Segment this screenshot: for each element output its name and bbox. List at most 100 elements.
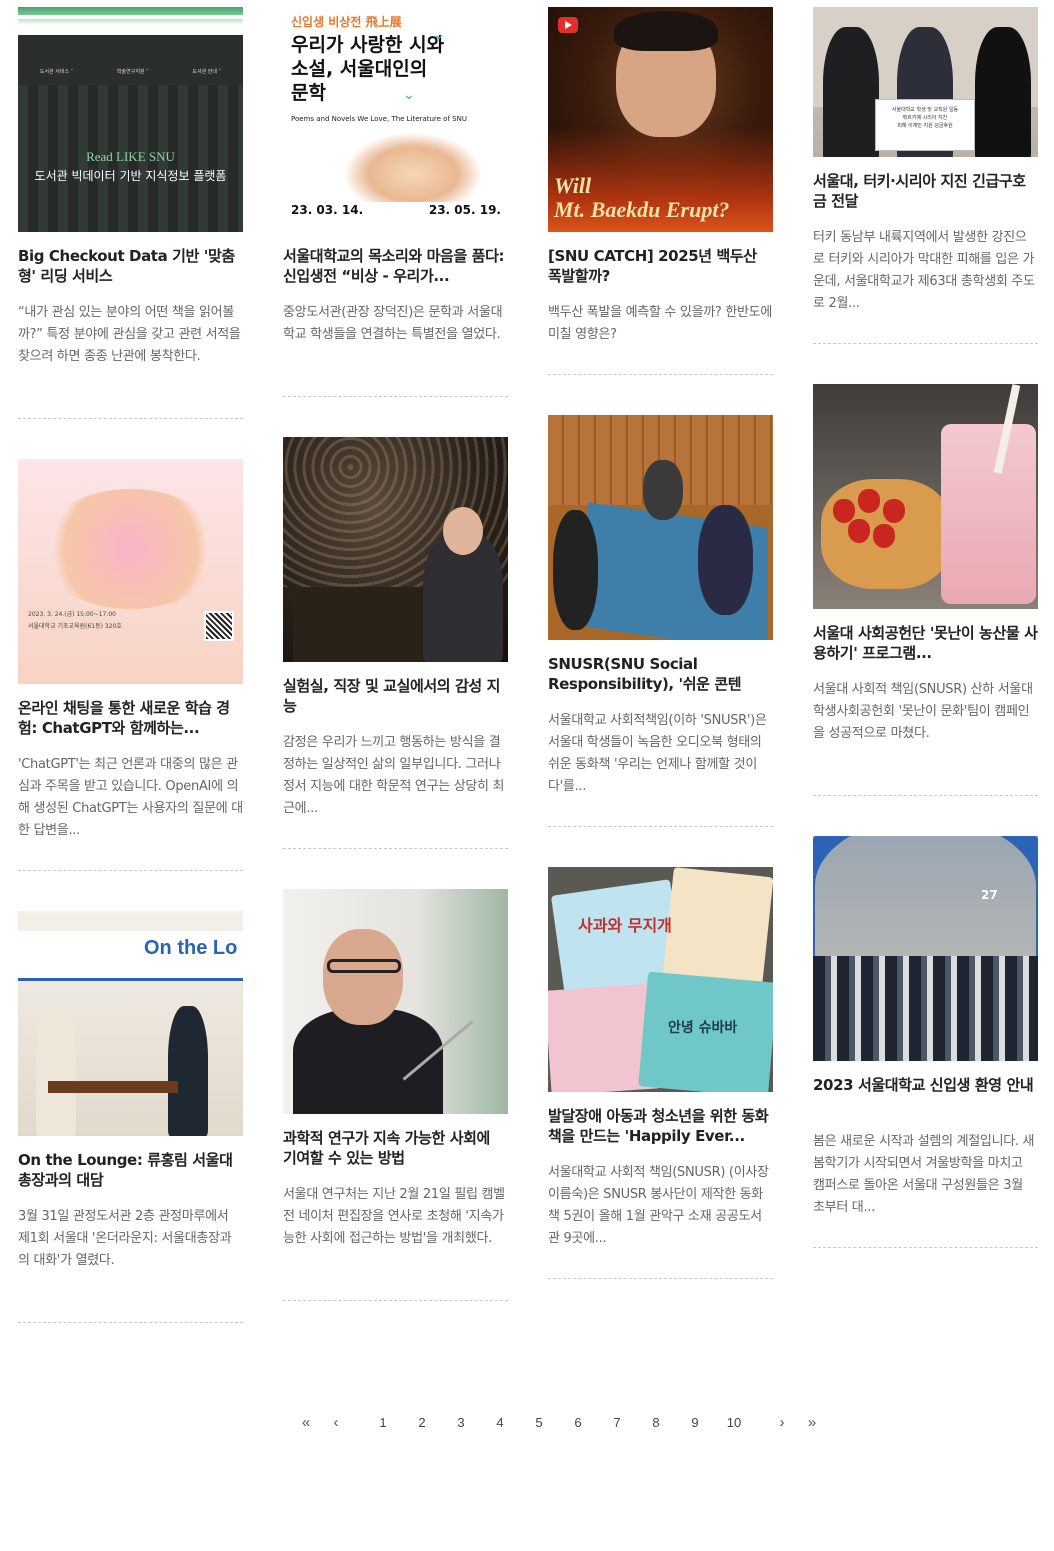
article-card: 신입생 비상전 飛上展 우리가 사랑한 시와 소설, 서울대인의 문학 Poem… xyxy=(283,7,508,346)
video-title-line2: Mt. Baekdu Erupt? xyxy=(554,197,730,222)
article-summary: 서울대 사회적 책임(SNUSR) 산하 서울대 학생사회공헌회 '못난이 문화… xyxy=(813,682,1033,741)
article-summary: 백두산 폭발을 예측할 수 있을까? 한반도에 미칠 영향은? xyxy=(548,305,772,342)
thumb-nav: 도서관 서비스 ˅ 학술연구지원 ˅ 도서관 안내 ˅ xyxy=(18,65,243,77)
poster-english: Poems and Novels We Love, The Literature… xyxy=(291,115,467,123)
article-title[interactable]: 서울대 사회공헌단 '못난이 농산물 사용하기' 프로그램... xyxy=(813,623,1038,663)
article-card: 실험실, 직장 및 교실에서의 감성 지능 감정은 우리가 느끼고 행동하는 방… xyxy=(283,437,508,820)
page-button[interactable]: 7 xyxy=(605,1410,629,1436)
article-thumbnail[interactable] xyxy=(813,384,1038,609)
video-title-line1: Will xyxy=(554,173,592,198)
green-bar xyxy=(18,7,243,15)
child-figure xyxy=(643,460,683,520)
article-title[interactable]: [SNU CATCH] 2025년 백두산 폭발할까? xyxy=(548,246,773,286)
table-image xyxy=(48,1081,178,1093)
presenter-hair xyxy=(614,11,718,51)
card-divider xyxy=(283,848,508,849)
page-button[interactable]: 6 xyxy=(566,1410,590,1436)
article-summary: 3월 31일 관정도서관 2층 관정마루에서 제1회 서울대 '온더라운지: 서… xyxy=(18,1209,232,1268)
card-divider xyxy=(18,1322,243,1323)
article-title[interactable]: 서울대, 터키·시리아 지진 긴급구호금 전달 xyxy=(813,171,1038,211)
thumb-subheadline: 도서관 빅데이터 기반 지식정보 플랫폼 xyxy=(34,169,227,183)
page-button[interactable]: 4 xyxy=(488,1410,512,1436)
strawberry-image xyxy=(858,489,880,513)
page-button[interactable]: 1 xyxy=(371,1410,395,1436)
thumb-nav-item: 학술연구지원 ˅ xyxy=(116,68,149,75)
article-title[interactable]: SNUSR(SNU Social Responsibility), '쉬운 콘텐… xyxy=(548,654,773,694)
person-figure xyxy=(975,27,1031,157)
speaker-head xyxy=(323,929,403,1025)
article-title[interactable]: 과학적 연구가 지속 가능한 사회에 기여할 수 있는 방법 xyxy=(283,1128,508,1168)
last-page-button[interactable]: » xyxy=(800,1410,824,1436)
book-cover xyxy=(662,867,773,987)
poster-kicker: 신입생 비상전 飛上展 xyxy=(291,15,402,29)
article-title[interactable]: 서울대학교의 목소리와 마음을 품다: 신입생전 “비상 - 우리가... xyxy=(283,246,508,286)
thumb-nav-item: 도서관 안내 ˅ xyxy=(192,68,222,75)
prev-page-button[interactable]: ‹ xyxy=(324,1410,348,1436)
article-thumbnail[interactable]: 신입생 비상전 飛上展 우리가 사랑한 시와 소설, 서울대인의 문학 Poem… xyxy=(283,7,508,232)
bird-icon: ⌄ xyxy=(403,87,415,103)
page-button[interactable]: 3 xyxy=(449,1410,473,1436)
next-page-button[interactable]: › xyxy=(770,1410,794,1436)
article-title[interactable]: 발달장애 아동과 청소년을 위한 동화책을 만드는 'Happily Ever.… xyxy=(548,1106,773,1146)
sign-line: 튀르키예·시리아 지진 xyxy=(902,115,948,121)
article-summary: 중앙도서관(관장 장덕진)은 문학과 서울대학교 학생들을 연결하는 특별전을 … xyxy=(283,305,503,342)
play-icon[interactable] xyxy=(558,17,578,33)
card-divider xyxy=(283,396,508,397)
article-title[interactable]: On the Lounge: 류홍림 서울대 총장과의 대담 xyxy=(18,1150,243,1190)
poster-headline: 우리가 사랑한 시와 소설, 서울대인의 문학 xyxy=(291,34,445,104)
article-thumbnail[interactable]: 사과와 무지개 안녕 슈바바 xyxy=(548,867,773,1092)
gate-number: 27 xyxy=(981,888,998,902)
first-page-button[interactable]: « xyxy=(294,1410,318,1436)
article-thumbnail[interactable]: Will Mt. Baekdu Erupt? xyxy=(548,7,773,232)
banner-text: On the Lo xyxy=(144,937,238,959)
page-button[interactable]: 2 xyxy=(410,1410,434,1436)
book-title: 안녕 슈바바 xyxy=(668,1020,738,1036)
article-title[interactable]: 온라인 채팅을 통한 새로운 학습 경험: ChatGPT와 함께하는... xyxy=(18,698,243,738)
strawberry-image xyxy=(848,519,870,543)
card-divider xyxy=(548,374,773,375)
article-title[interactable]: 실험실, 직장 및 교실에서의 감성 지능 xyxy=(283,676,508,716)
card-divider xyxy=(813,343,1038,344)
green-gradient xyxy=(18,19,243,25)
sign-line: 피해 이재민 지원 성금후원 xyxy=(897,123,953,129)
article-title[interactable]: 2023 서울대학교 신입생 환영 안내 xyxy=(813,1075,1038,1115)
article-thumbnail[interactable]: On the Lo xyxy=(18,911,243,1136)
pagination: « ‹ 1 2 3 4 5 6 7 8 9 10 › » xyxy=(0,1410,1054,1436)
person-figure xyxy=(36,1006,76,1136)
article-thumbnail[interactable] xyxy=(283,437,508,662)
article-summary: 서울대학교 사회적책임(이하 'SNUSR')은 서울대 학생들이 녹음한 오디… xyxy=(548,713,767,794)
article-card: On the Lo On the Lounge: 류홍림 서울대 총장과의 대담… xyxy=(18,911,243,1272)
page-button[interactable]: 5 xyxy=(527,1410,551,1436)
sign-line: 서울대학교 학생 및 교직원 일동 xyxy=(891,107,959,113)
article-thumbnail[interactable]: 서울대학교 학생 및 교직원 일동 튀르키예·시리아 지진 피해 이재민 지원 … xyxy=(813,7,1038,157)
thumb-headline: Read LIKE SNU xyxy=(86,149,175,164)
article-thumbnail[interactable]: 도서관 서비스 ˅ 학술연구지원 ˅ 도서관 안내 ˅ Read LIKE SN… xyxy=(18,7,243,232)
card-divider xyxy=(18,870,243,871)
smoothie-cup-image xyxy=(941,424,1036,604)
event-place: 서울대학교 기초교육원(61동) 320호 xyxy=(28,623,122,630)
article-card: 서울대 사회공헌단 '못난이 농산물 사용하기' 프로그램... 서울대 사회적… xyxy=(813,384,1038,745)
article-thumbnail[interactable] xyxy=(283,889,508,1114)
book-title: 사과와 무지개 xyxy=(578,916,672,935)
article-summary: 봄은 새로운 시작과 설렘의 계절입니다. 새 봄학기가 시작되면서 겨울방학을… xyxy=(813,1134,1035,1215)
bird-icon: ⌄ xyxy=(433,27,445,43)
strawberry-image xyxy=(833,499,855,523)
poster-dates: 23. 03. 14. 23. 05. 19. xyxy=(291,203,501,217)
page-button[interactable]: 10 xyxy=(722,1410,746,1436)
article-summary: 'ChatGPT'는 최근 언론과 대중의 많은 관심과 주목을 받고 있습니다… xyxy=(18,757,243,838)
child-figure xyxy=(553,510,598,630)
article-card: 도서관 서비스 ˅ 학술연구지원 ˅ 도서관 안내 ˅ Read LIKE SN… xyxy=(18,7,243,368)
person-figure xyxy=(823,27,879,157)
page-button[interactable]: 8 xyxy=(644,1410,668,1436)
article-card: 2023. 3. 24.(금) 15:00~17:00 서울대학교 기초교육원(… xyxy=(18,459,243,842)
article-summary: “내가 관심 있는 분야의 어떤 책을 읽어볼까?” 특정 분야에 관심을 갖고… xyxy=(18,305,241,364)
article-thumbnail[interactable]: 27 xyxy=(813,836,1038,1061)
article-title[interactable]: Big Checkout Data 기반 '맞춤형' 리딩 서비스 xyxy=(18,246,243,286)
illustration-group xyxy=(38,489,223,609)
open-book-image xyxy=(343,132,483,202)
page-button[interactable]: 9 xyxy=(683,1410,707,1436)
card-divider xyxy=(813,795,1038,796)
article-thumbnail[interactable] xyxy=(548,415,773,640)
article-card: 서울대학교 학생 및 교직원 일동 튀르키예·시리아 지진 피해 이재민 지원 … xyxy=(813,7,1038,315)
article-thumbnail[interactable]: 2023. 3. 24.(금) 15:00~17:00 서울대학교 기초교육원(… xyxy=(18,459,243,684)
